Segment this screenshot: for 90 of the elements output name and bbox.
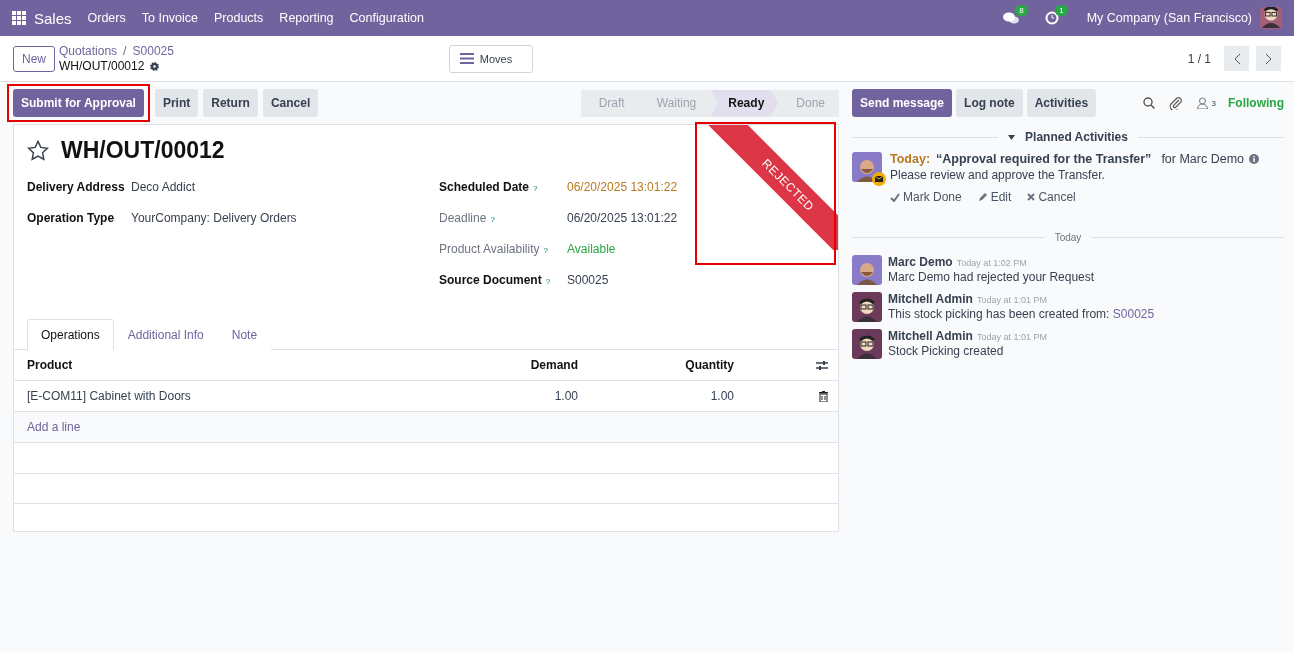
message-author[interactable]: Marc Demo — [888, 255, 953, 269]
field-label: Deadline — [439, 211, 487, 225]
app-name[interactable]: Sales — [26, 9, 80, 27]
envelope-icon — [872, 172, 886, 186]
menu-item[interactable]: To Invoice — [133, 11, 206, 25]
action-button[interactable]: Print — [154, 89, 199, 117]
field-value[interactable]: 06/20/2025 13:01:22 — [567, 211, 678, 225]
trash-icon[interactable] — [819, 390, 828, 402]
action-button[interactable]: Submit for Approval — [13, 89, 144, 117]
table-cell-text: 1.00 — [553, 389, 578, 403]
menu-item[interactable]: Orders — [79, 11, 134, 25]
gear-icon[interactable] — [149, 60, 161, 72]
column-header[interactable]: Quantity — [578, 358, 734, 372]
activity-summary: “Approval required for the Transfer” — [936, 152, 1152, 166]
table-cell-text: 1.00 — [709, 389, 734, 403]
message-author[interactable]: Mitchell Admin — [888, 329, 973, 343]
field-value[interactable]: Deco Addict — [131, 180, 196, 194]
message-time: Today at 1:01 PM — [976, 332, 1047, 342]
record-title: WH/OUT/00012 — [61, 137, 225, 164]
field-value[interactable]: Available — [567, 242, 616, 256]
pager-value: 1 / 1 — [1187, 51, 1211, 66]
clock-icon[interactable] — [1044, 11, 1059, 25]
count-badge: 1 — [1055, 5, 1068, 16]
field-label: Source Document — [439, 273, 542, 287]
record-link[interactable]: S00025 — [1112, 307, 1155, 321]
person-icon[interactable] — [1196, 97, 1208, 109]
breadcrumb-link[interactable]: Quotations — [59, 44, 118, 58]
field-value[interactable]: YourCompany: Delivery Orders — [131, 211, 297, 225]
menu-item[interactable]: Configuration — [341, 11, 432, 25]
message-time: Today at 1:01 PM — [976, 295, 1047, 305]
help-mark[interactable]: ? — [545, 277, 551, 286]
chatter-button[interactable]: Activities — [1026, 89, 1097, 117]
action-button[interactable]: Cancel — [262, 89, 319, 117]
message-time: Today at 1:02 PM — [956, 258, 1027, 268]
user-avatar[interactable] — [1260, 7, 1282, 29]
field-label: Operation Type — [27, 211, 116, 225]
chatter-button[interactable]: Send message — [852, 89, 953, 117]
star-icon[interactable] — [27, 140, 49, 161]
help-mark[interactable]: ? — [543, 246, 548, 255]
caret-icon[interactable] — [1008, 134, 1016, 140]
app-grid-icon[interactable] — [12, 11, 26, 25]
following-button[interactable]: Following — [1228, 96, 1284, 110]
field-value[interactable]: S00025 — [567, 273, 609, 287]
company-switcher[interactable]: My Company (San Francisco) — [1078, 11, 1260, 25]
column-header[interactable]: Product — [27, 358, 428, 372]
message-body: Marc Demo had rejected your Request — [888, 270, 1095, 284]
menu-item[interactable]: Reporting — [271, 11, 342, 25]
tab[interactable]: Operations — [27, 319, 114, 350]
field-label: Product Availability — [439, 242, 540, 256]
activity-action[interactable]: Edit — [977, 190, 1012, 204]
cartoon-face-glasses-icon — [1260, 7, 1282, 29]
field-label: Scheduled Date — [439, 180, 530, 194]
section-title[interactable]: Planned Activities — [1025, 130, 1128, 144]
close-icon — [1027, 193, 1036, 201]
chevron-right-icon — [1264, 52, 1273, 65]
due-label: Today: — [890, 152, 931, 166]
table-cell-text: [E-COM11] Cabinet with Doors — [27, 389, 192, 403]
paperclip-icon[interactable] — [1168, 96, 1183, 110]
search-icon[interactable] — [1142, 97, 1155, 109]
column-header[interactable]: Demand — [428, 358, 578, 372]
follower-count: 3 — [1211, 98, 1216, 108]
message-body: This stock picking has been created from: S00025 — [888, 307, 1155, 321]
date-separator: Today — [1054, 232, 1082, 243]
chat-icon[interactable] — [1002, 11, 1019, 25]
activity-assignee: for Marc Demo — [1161, 152, 1245, 166]
check-icon — [890, 192, 900, 202]
breadcrumb-separator: / — [123, 44, 127, 58]
field-label: Delivery Address — [27, 180, 126, 194]
new-button[interactable]: New — [13, 45, 55, 72]
pencil-icon — [977, 192, 988, 202]
chevron-left-icon — [1232, 52, 1241, 65]
activity-action[interactable]: Cancel — [1027, 190, 1076, 204]
help-mark[interactable]: ? — [533, 184, 538, 193]
sliders-icon[interactable] — [816, 359, 828, 371]
record-name: WH/OUT/00012 — [59, 59, 145, 73]
activity-action[interactable]: Mark Done — [890, 190, 962, 204]
menu-icon — [459, 53, 474, 64]
field-value[interactable]: 06/20/2025 13:01:22 — [567, 180, 678, 194]
message-author[interactable]: Mitchell Admin — [888, 292, 973, 306]
breadcrumb-link[interactable]: S00025 — [132, 44, 174, 58]
activity-note: Please review and approve the Transfer. — [890, 168, 1106, 182]
count-badge: 8 — [1015, 5, 1028, 16]
chatter-button[interactable]: Log note — [956, 89, 1023, 117]
help-mark[interactable]: ? — [490, 215, 495, 224]
moves-button[interactable]: Moves — [448, 44, 533, 73]
menu-item[interactable]: Products — [206, 11, 272, 25]
status-stage[interactable]: Ready — [710, 89, 779, 117]
action-button[interactable]: Return — [203, 89, 258, 117]
info-icon[interactable] — [1249, 154, 1260, 164]
message-body: Stock Picking created — [888, 344, 1005, 358]
